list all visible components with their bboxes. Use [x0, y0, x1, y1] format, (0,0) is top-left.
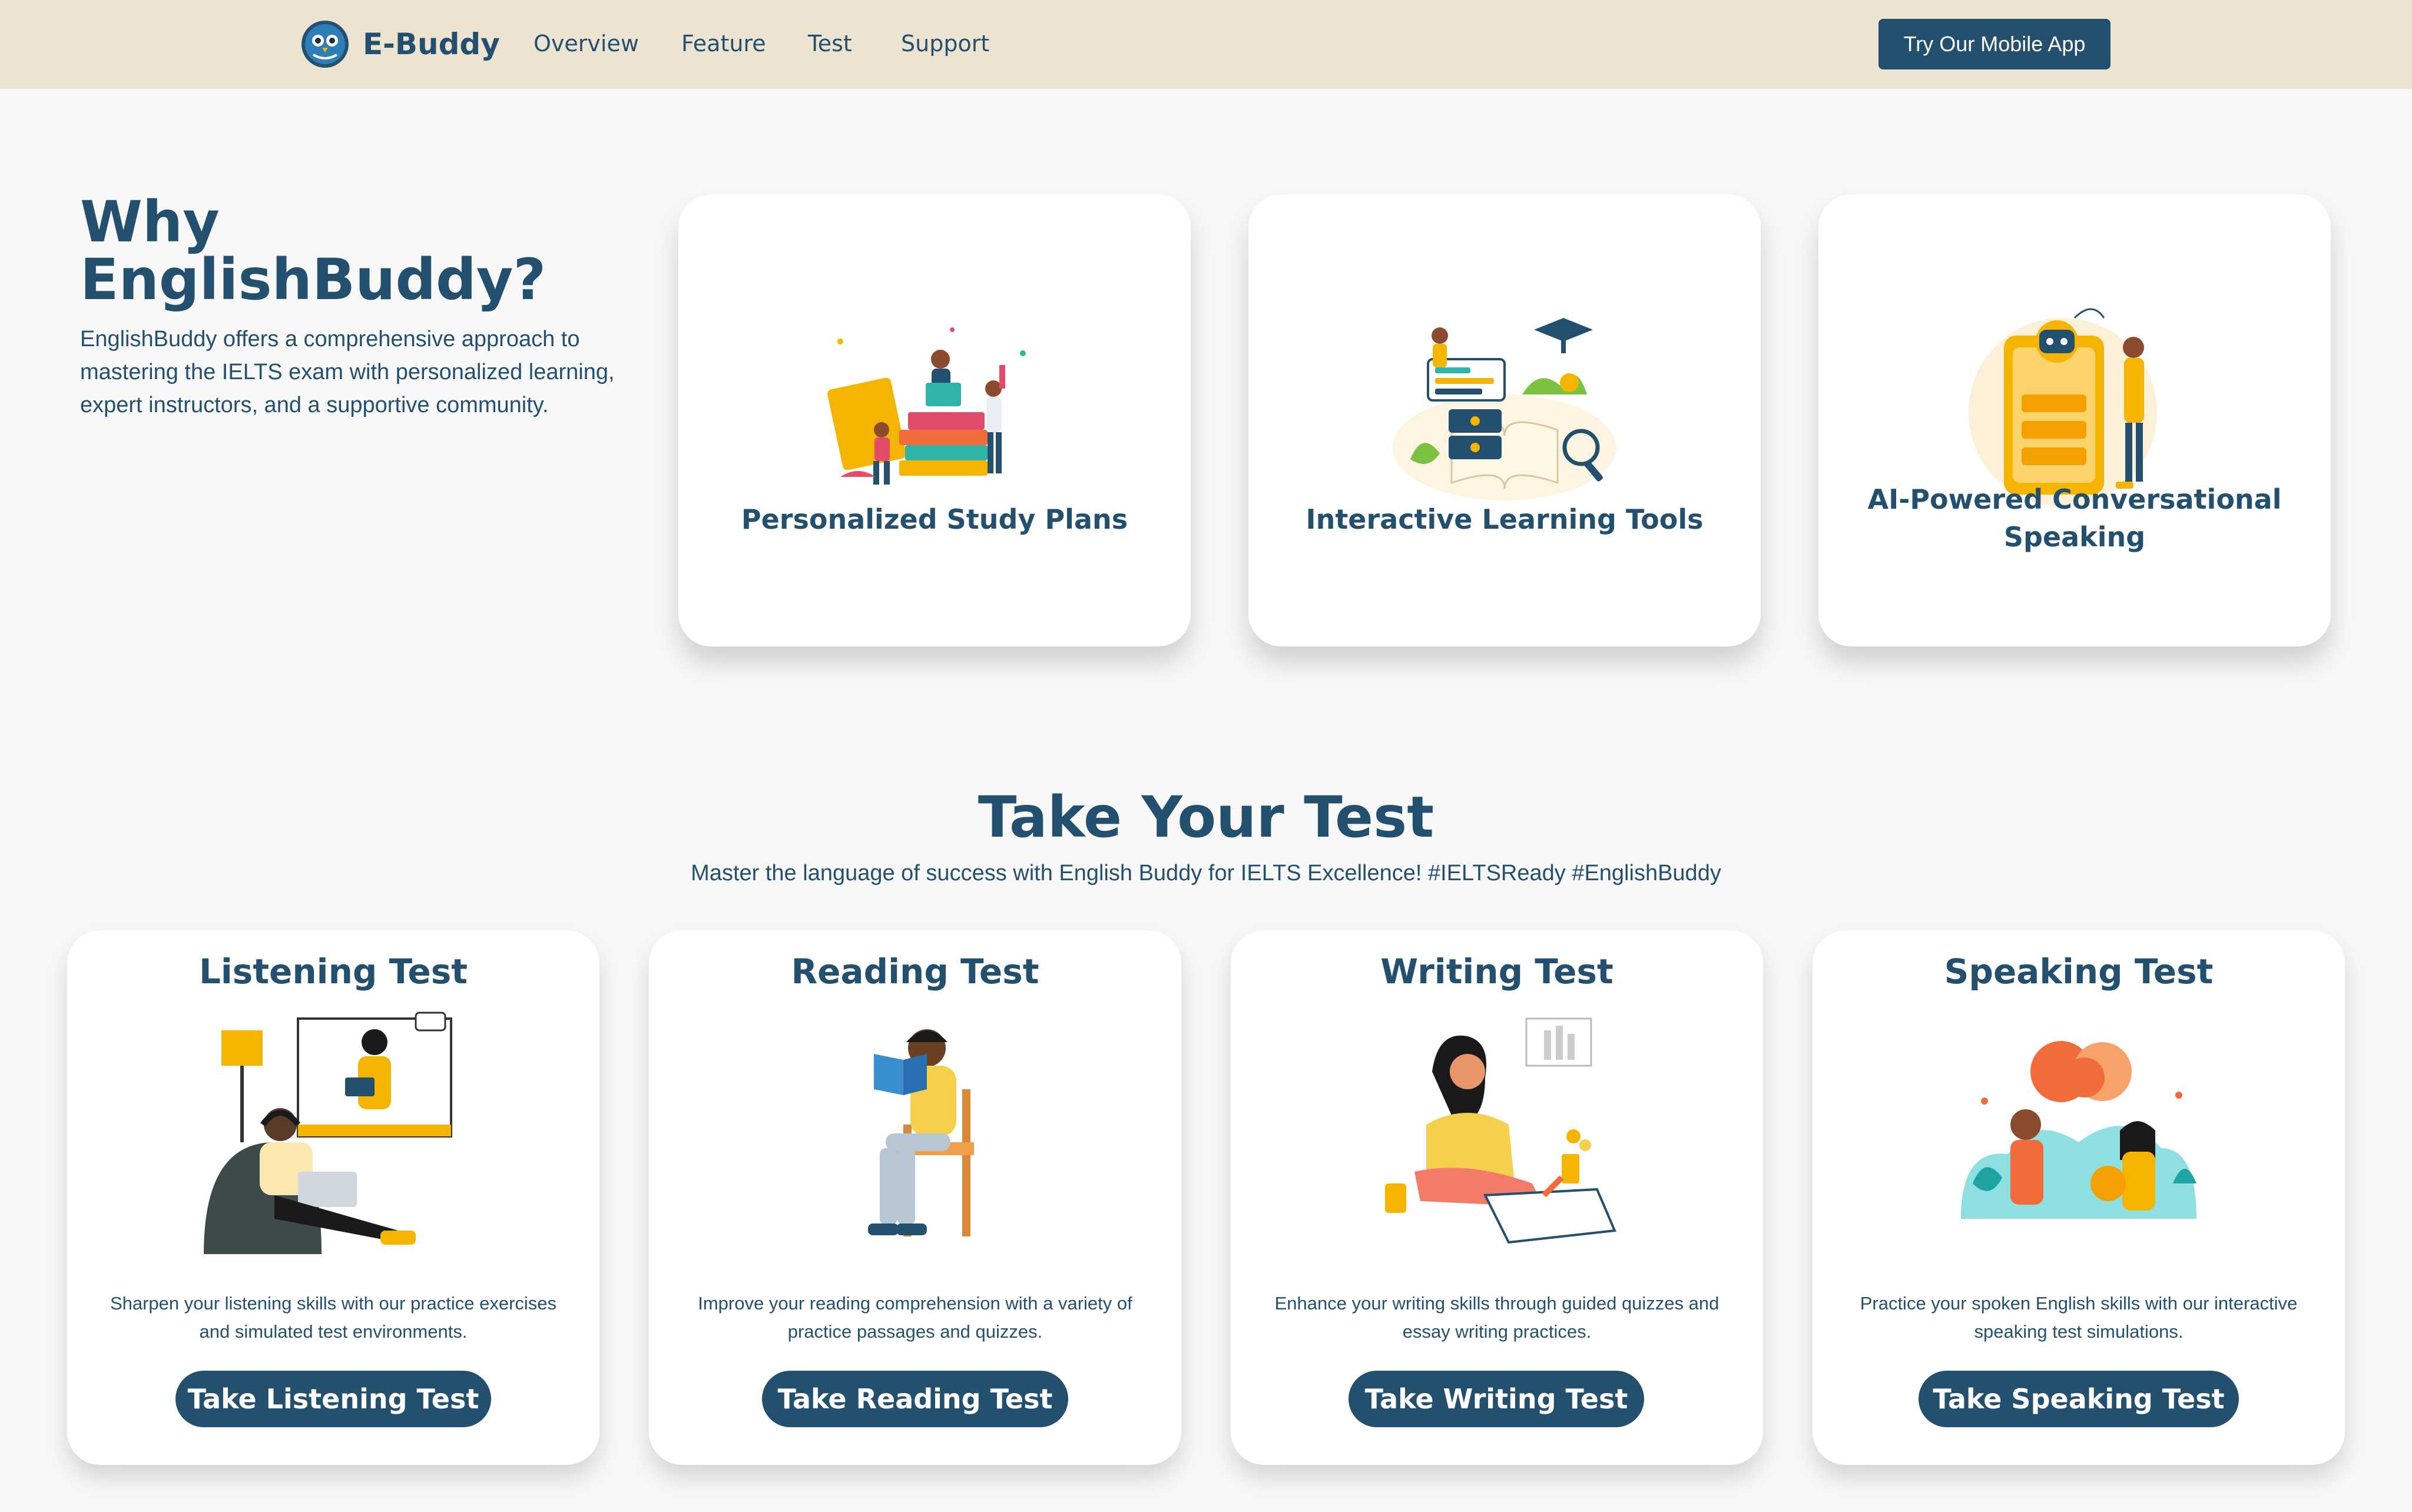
feature-label: Interactive Learning Tools: [1306, 503, 1704, 535]
why-heading: Why EnglishBuddy?: [80, 189, 546, 313]
two-people-speaking-illustration: [1961, 1041, 2196, 1219]
nav-link-overview[interactable]: Overview: [534, 31, 639, 57]
tests-subtitle: Master the language of success with Engl…: [691, 861, 1721, 886]
take-speaking-test-button[interactable]: Take Speaking Test: [1919, 1371, 2239, 1427]
brand[interactable]: E-Buddy: [300, 19, 500, 69]
robot-chat-phone-illustration: [1969, 308, 2157, 506]
test-card-reading: Reading Test Improve your reading compre…: [649, 930, 1181, 1465]
why-description: EnglishBuddy offers a comprehensive appr…: [80, 327, 615, 417]
feature-label: AI-Powered Conversational Speaking: [1867, 483, 2282, 553]
person-writing-illustration: [1385, 1017, 1616, 1244]
nav-link-test[interactable]: Test: [808, 31, 852, 57]
take-reading-test-button[interactable]: Take Reading Test: [762, 1371, 1068, 1427]
test-card-writing: Writing Test Enhance your writing skills…: [1231, 930, 1763, 1465]
nav-link-support[interactable]: Support: [901, 31, 989, 57]
feature-card-interactive-tools: Interactive Learning Tools: [1248, 194, 1761, 646]
test-title: Writing Test: [1380, 951, 1613, 992]
test-card-speaking: Speaking Test Practice your spoken Engli…: [1813, 930, 2345, 1465]
test-card-listening: Listening Test Sharpen your listening sk…: [67, 930, 599, 1465]
feature-label: Personalized Study Plans: [741, 503, 1128, 535]
feature-card-ai-speaking: AI-Powered Conversational Speaking: [1818, 194, 2331, 646]
owl-logo-icon: [302, 21, 349, 68]
test-description: Practice your spoken English skills with…: [1860, 1293, 2298, 1342]
test-title: Reading Test: [791, 951, 1039, 992]
take-listening-test-button[interactable]: Take Listening Test: [175, 1371, 491, 1427]
brand-name: E-Buddy: [363, 27, 500, 61]
top-navbar: E-Buddy Overview Feature Test Support Tr…: [0, 0, 2412, 89]
feature-card-study-plans: Personalized Study Plans: [678, 194, 1191, 646]
person-with-headphones-illustration: [204, 1012, 452, 1254]
open-book-with-tools-illustration: [1393, 318, 1616, 500]
try-mobile-app-button[interactable]: Try Our Mobile App: [1878, 19, 2110, 69]
test-description: Enhance your writing skills through guid…: [1274, 1293, 1719, 1342]
test-title: Speaking Test: [1944, 951, 2214, 992]
nav-link-feature[interactable]: Feature: [681, 31, 766, 57]
test-description: Sharpen your listening skills with our p…: [110, 1293, 557, 1342]
test-description: Improve your reading comprehension with …: [698, 1293, 1132, 1342]
students-with-books-illustration: [827, 327, 1026, 485]
take-writing-test-button[interactable]: Take Writing Test: [1349, 1371, 1644, 1427]
tests-heading: Take Your Test: [978, 784, 1434, 850]
test-title: Listening Test: [198, 951, 468, 992]
person-reading-book-illustration: [868, 1029, 974, 1236]
